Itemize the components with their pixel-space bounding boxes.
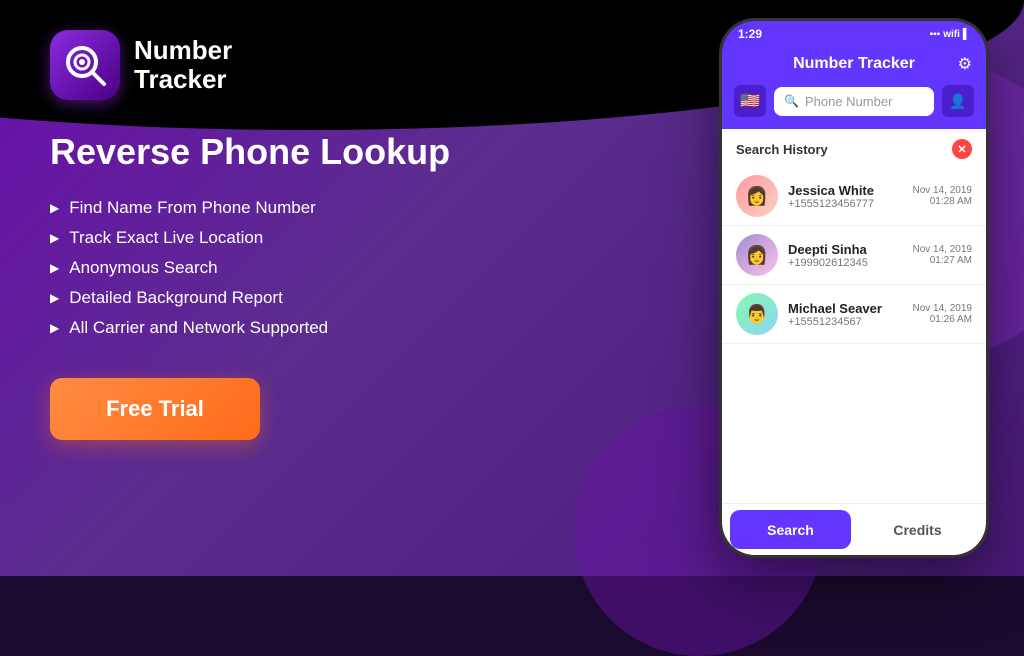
search-icon: 🔍: [784, 94, 799, 108]
page-content: Number Tracker Reverse Phone Lookup ▶ Fin…: [0, 0, 1024, 576]
history-list: 👩 Jessica White +15551234567​77 Nov 14, …: [722, 167, 986, 503]
tab-credits[interactable]: Credits: [857, 510, 978, 549]
signal-icon: ▪▪▪: [930, 29, 941, 40]
search-input-container[interactable]: 🔍 Phone Number: [774, 87, 934, 116]
history-item[interactable]: 👨 Michael Seaver +15551234567 Nov 14, 20…: [722, 285, 986, 344]
history-date: Nov 14, 2019 01:26 AM: [913, 303, 973, 325]
history-date-value: Nov 14, 2019: [913, 303, 973, 314]
status-time: 1:29: [738, 27, 762, 41]
app-logo-icon: [50, 30, 120, 100]
history-name: Michael Seaver: [788, 301, 903, 316]
bullet-icon: ▶: [50, 231, 59, 245]
flag-button[interactable]: 🇺🇸: [734, 85, 766, 117]
battery-icon: ▌: [963, 29, 970, 40]
history-date: Nov 14, 2019 01:28 AM: [913, 185, 973, 207]
phone-bottom-tabs: Search Credits: [722, 503, 986, 555]
search-history-label: Search History: [736, 142, 828, 157]
history-info: Jessica White +15551234567​77: [788, 183, 903, 210]
history-avatar: 👩: [736, 234, 778, 276]
settings-icon[interactable]: ⚙: [958, 54, 972, 74]
history-info: Michael Seaver +15551234567: [788, 301, 903, 328]
tab-credits-label: Credits: [893, 522, 941, 538]
logo-name-2: Tracker: [134, 65, 232, 94]
logo-area: Number Tracker: [50, 30, 664, 100]
feature-text: Track Exact Live Location: [69, 228, 263, 248]
history-item[interactable]: 👩 Jessica White +15551234567​77 Nov 14, …: [722, 167, 986, 226]
feature-text: Anonymous Search: [69, 258, 217, 278]
history-info: Deepti Sinha +19990261​2345: [788, 242, 903, 269]
right-section: 1:29 ▪▪▪ wifi ▌ Number Tracker ⚙ 🇺🇸 🔍 Ph…: [704, 0, 1024, 576]
free-trial-button[interactable]: Free Trial: [50, 378, 260, 440]
history-date-value: Nov 14, 2019: [913, 244, 973, 255]
logo-text: Number Tracker: [134, 36, 232, 93]
feature-item: ▶ Find Name From Phone Number: [50, 198, 664, 218]
history-avatar: 👩: [736, 175, 778, 217]
feature-item: ▶ Track Exact Live Location: [50, 228, 664, 248]
history-phone: +15551234567​77: [788, 198, 903, 210]
history-name: Deepti Sinha: [788, 242, 903, 257]
history-time-value: 01:26 AM: [913, 314, 973, 325]
main-heading: Reverse Phone Lookup: [50, 130, 664, 173]
contact-button[interactable]: 👤: [942, 85, 974, 117]
phone-number-input[interactable]: Phone Number: [805, 94, 892, 109]
bullet-icon: ▶: [50, 321, 59, 335]
wifi-icon: wifi: [943, 29, 960, 40]
left-section: Number Tracker Reverse Phone Lookup ▶ Fin…: [0, 0, 704, 576]
logo-name-1: Number: [134, 36, 232, 65]
history-date: Nov 14, 2019 01:27 AM: [913, 244, 973, 266]
phone-body: Search History ✕ 👩 Jessica White +155512…: [722, 129, 986, 503]
feature-item: ▶ All Carrier and Network Supported: [50, 318, 664, 338]
phone-status-bar: 1:29 ▪▪▪ wifi ▌: [722, 21, 986, 47]
phone-header: Number Tracker ⚙: [722, 47, 986, 85]
bullet-icon: ▶: [50, 201, 59, 215]
status-icons: ▪▪▪ wifi ▌: [930, 29, 970, 40]
bullet-icon: ▶: [50, 261, 59, 275]
feature-item: ▶ Detailed Background Report: [50, 288, 664, 308]
history-avatar: 👨: [736, 293, 778, 335]
feature-item: ▶ Anonymous Search: [50, 258, 664, 278]
phone-search-bar: 🇺🇸 🔍 Phone Number 👤: [722, 85, 986, 129]
history-time-value: 01:28 AM: [913, 196, 973, 207]
phone-header-title: Number Tracker: [793, 55, 915, 73]
phone-mockup: 1:29 ▪▪▪ wifi ▌ Number Tracker ⚙ 🇺🇸 🔍 Ph…: [719, 18, 989, 558]
close-history-button[interactable]: ✕: [952, 139, 972, 159]
history-phone: +19990261​2345: [788, 257, 903, 269]
history-name: Jessica White: [788, 183, 903, 198]
search-history-header: Search History ✕: [722, 129, 986, 167]
history-item[interactable]: 👩 Deepti Sinha +19990261​2345 Nov 14, 20…: [722, 226, 986, 285]
history-phone: +15551234567: [788, 316, 903, 328]
history-date-value: Nov 14, 2019: [913, 185, 973, 196]
features-list: ▶ Find Name From Phone Number ▶ Track Exact…: [50, 198, 664, 348]
feature-text: Detailed Background Report: [69, 288, 283, 308]
tab-search-label: Search: [767, 522, 814, 538]
feature-text: Find Name From Phone Number: [69, 198, 316, 218]
tab-search[interactable]: Search: [730, 510, 851, 549]
bullet-icon: ▶: [50, 291, 59, 305]
history-time-value: 01:27 AM: [913, 255, 973, 266]
feature-text: All Carrier and Network Supported: [69, 318, 328, 338]
